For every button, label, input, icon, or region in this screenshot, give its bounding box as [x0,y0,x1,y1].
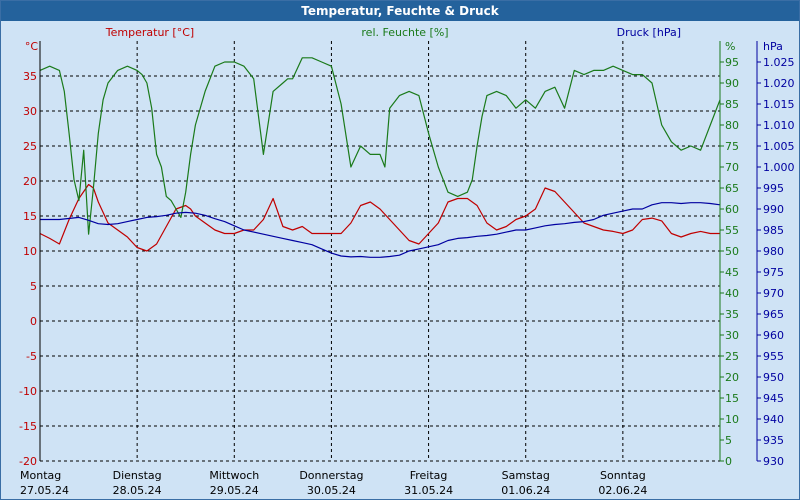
temperature-tick-label: -20 [19,455,37,468]
humidity-tick-label: 15 [725,392,739,405]
date-label: 31.05.24 [404,484,453,497]
humidity-tick-label: 80 [725,119,739,132]
temperature-tick-label: -15 [19,420,37,433]
pressure-tick-label: 965 [763,308,784,321]
humidity-tick-label: 50 [725,245,739,258]
date-label: 28.05.24 [113,484,162,497]
date-label: 29.05.24 [210,484,259,497]
date-label: 02.06.24 [598,484,647,497]
day-label: Donnerstag [299,469,363,482]
temperature-tick-label: 15 [23,210,37,223]
axes: -20 -15 -10 -5 0 5 10 15 20 25 30 35 Montag 27.05.24 D… [19,41,795,497]
pressure-tick-label: 1.000 [763,161,795,174]
humidity-tick-label: 45 [725,266,739,279]
grid [40,41,720,462]
humidity-tick-label: 30 [725,329,739,342]
pressure-tick-label: 1.020 [763,77,795,90]
humidity-tick-label: 60 [725,203,739,216]
humidity-tick-label: 90 [725,77,739,90]
series [39,57,721,258]
pressure-tick-label: 1.025 [763,56,795,69]
day-label: Freitag [410,469,448,482]
day-label: Dienstag [113,469,162,482]
temperature-tick-label: 5 [30,280,37,293]
humidity-tick-label: 75 [725,140,739,153]
temperature-tick-label: 20 [23,175,37,188]
temperature-line [39,183,720,252]
day-label: Samstag [502,469,550,482]
chart-canvas: -20 -15 -10 -5 0 5 10 15 20 25 30 35 Montag 27.05.24 D… [19,26,795,497]
humidity-tick-label: 25 [725,350,739,363]
humidity-tick-label: 35 [725,308,739,321]
pressure-tick-label: 995 [763,182,784,195]
pressure-unit-label: hPa [763,40,783,53]
date-label: 30.05.24 [307,484,356,497]
pressure-tick-label: 940 [763,413,784,426]
pressure-axis-label: Druck [hPa] [617,26,681,39]
humidity-tick-label: 55 [725,224,739,237]
humidity-tick-label: 10 [725,413,739,426]
pressure-tick-label: 1.005 [763,140,795,153]
date-label: 01.06.24 [501,484,550,497]
pressure-tick-label: 1.015 [763,98,795,111]
humidity-tick-label: 65 [725,182,739,195]
temperature-tick-label: -5 [26,350,37,363]
humidity-tick-label: 70 [725,161,739,174]
humidity-tick-label: 0 [725,455,732,468]
pressure-tick-label: 980 [763,245,784,258]
pressure-tick-label: 985 [763,224,784,237]
day-label: Sonntag [600,469,646,482]
pressure-tick-label: 970 [763,287,784,300]
date-label: 27.05.24 [20,484,69,497]
humidity-unit-label: % [725,40,735,53]
day-label: Mittwoch [209,469,259,482]
humidity-tick-label: 95 [725,56,739,69]
temperature-tick-label: 30 [23,105,37,118]
temperature-tick-label: -10 [19,385,37,398]
humidity-tick-label: 5 [725,434,732,447]
humidity-tick-label: 85 [725,98,739,111]
pressure-tick-label: 955 [763,350,784,363]
pressure-tick-label: 935 [763,434,784,447]
pressure-tick-label: 960 [763,329,784,342]
pressure-tick-label: 930 [763,455,784,468]
pressure-tick-label: 1.010 [763,119,795,132]
humidity-axis-label: rel. Feuchte [%] [361,26,448,39]
pressure-tick-label: 950 [763,371,784,384]
temperature-tick-label: 25 [23,140,37,153]
humidity-tick-label: 20 [725,371,739,384]
temperature-tick-label: 0 [30,315,37,328]
temperature-tick-label: 10 [23,245,37,258]
pressure-tick-label: 945 [763,392,784,405]
pressure-tick-label: 990 [763,203,784,216]
temperature-axis-label: Temperatur [°C] [105,26,194,39]
humidity-tick-label: 40 [725,287,739,300]
pressure-tick-label: 975 [763,266,784,279]
temperature-tick-label: 35 [23,70,37,83]
temperature-unit-label: °C [25,40,39,53]
day-label: Montag [20,469,61,482]
